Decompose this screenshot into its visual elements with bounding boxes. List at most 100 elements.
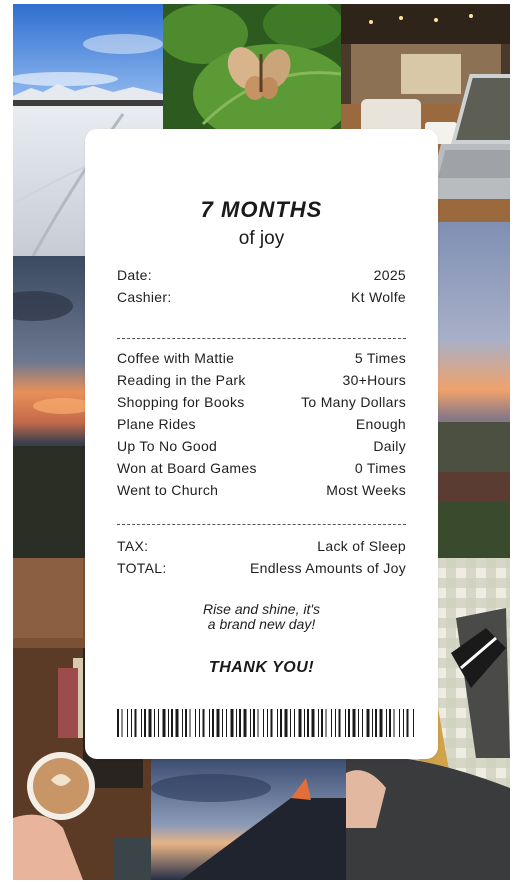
line-item: Plane Rides Enough — [117, 416, 406, 436]
barcode-bar — [250, 709, 251, 737]
barcode-bar — [290, 709, 291, 737]
barcode-bar — [338, 709, 341, 737]
footer-message-line2: a brand new day! — [207, 616, 316, 632]
barcode-bar — [375, 709, 377, 737]
barcode-bar — [348, 709, 350, 737]
item-value: Most Weeks — [326, 482, 406, 498]
barcode-bar — [182, 709, 183, 737]
item-label: Coffee with Mattie — [117, 350, 235, 366]
barcode-bar — [298, 709, 302, 737]
barcode-bar — [121, 709, 123, 737]
line-item: Went to Church Most Weeks — [117, 482, 406, 502]
barcode-bar — [294, 709, 295, 737]
barcode-bar — [389, 709, 391, 737]
barcode-bar — [413, 709, 414, 737]
barcode-bar — [277, 709, 278, 737]
barcode-bar — [352, 709, 356, 737]
line-item: Coffee with Mattie 5 Times — [117, 350, 406, 370]
barcode-bar — [304, 709, 305, 737]
item-value: 0 Times — [354, 460, 406, 476]
barcode-bar — [154, 709, 155, 737]
total-label: TOTAL: — [117, 560, 167, 576]
barcode-bar — [189, 709, 191, 737]
city-sunset-photo — [438, 222, 510, 558]
item-value: To Many Dollars — [301, 394, 406, 410]
barcode-bar — [127, 709, 128, 737]
barcode-bar — [321, 709, 323, 737]
barcode-bar — [372, 709, 373, 737]
line-item: Won at Board Games 0 Times — [117, 460, 406, 480]
airplane-wing-photo — [151, 758, 346, 880]
barcode-graphic — [117, 709, 414, 737]
tax-value: Lack of Sleep — [317, 538, 406, 554]
item-label: Up To No Good — [117, 438, 218, 454]
barcode-bar — [345, 709, 346, 737]
barcode-bar — [257, 709, 259, 737]
footer-message-line1: Rise and shine, it's — [202, 601, 321, 617]
barcode-bar — [362, 709, 363, 737]
barcode-bar — [209, 709, 210, 737]
item-value: 5 Times — [354, 350, 406, 366]
cashier-row: Cashier: Kt Wolfe — [117, 289, 406, 309]
thank-you-text: THANK YOU! — [208, 659, 315, 676]
item-value: Daily — [373, 438, 406, 454]
barcode-bar — [325, 709, 327, 737]
barcode-bar — [270, 709, 273, 737]
barcode-bar — [403, 709, 404, 737]
barcode-bar — [175, 709, 179, 737]
barcode-bar — [318, 709, 319, 737]
barcode-bar — [148, 709, 152, 737]
barcode-bar — [195, 709, 196, 737]
line-item: Shopping for Books To Many Dollars — [117, 394, 406, 414]
barcode-bar — [267, 709, 268, 737]
barcode-bar — [239, 709, 241, 737]
barcode-bar — [366, 709, 370, 737]
barcode-bar — [131, 709, 132, 737]
receipt-title: 7 MONTHS — [200, 197, 323, 222]
barcode-bar — [335, 709, 336, 737]
sunset-clouds-photo — [13, 256, 85, 558]
barcode-bar — [202, 709, 205, 737]
tax-row: TAX: Lack of Sleep — [117, 538, 406, 558]
barcode-bar — [199, 709, 200, 737]
butterfly-photo — [163, 4, 341, 138]
item-label: Shopping for Books — [117, 394, 245, 410]
barcode-bar — [168, 709, 169, 737]
item-value: Enough — [355, 416, 406, 432]
line-item: Up To No Good Daily — [117, 438, 406, 458]
barcode-bar — [162, 709, 166, 737]
barcode-bar — [280, 709, 282, 737]
line-item: Reading in the Park 30+Hours — [117, 372, 406, 392]
barcode-bar — [212, 709, 214, 737]
barcode-bar — [393, 709, 395, 737]
barcode-bar — [141, 709, 142, 737]
total-value: Endless Amounts of Joy — [249, 560, 406, 576]
barcode-bar — [185, 709, 187, 737]
barcode-bar — [236, 709, 237, 737]
barcode-bar — [331, 709, 332, 737]
barcode-bar — [226, 709, 227, 737]
cashier-value: Kt Wolfe — [350, 289, 406, 305]
barcode-bar — [379, 709, 383, 737]
barcode-bar — [284, 709, 288, 737]
barcode-bar — [144, 709, 146, 737]
tax-label: TAX: — [117, 538, 149, 554]
item-label: Won at Board Games — [117, 460, 257, 476]
barcode-bar — [263, 709, 264, 737]
date-row: Date: 2025 — [117, 267, 406, 287]
barcode-bar — [117, 709, 119, 737]
barcode-bar — [222, 709, 223, 737]
dashed-divider — [117, 338, 406, 339]
barcode-bar — [134, 709, 137, 737]
date-value: 2025 — [373, 267, 406, 283]
item-label: Went to Church — [117, 482, 219, 498]
item-value: 30+Hours — [342, 372, 406, 388]
barcode-bar — [230, 709, 234, 737]
date-label: Date: — [117, 267, 152, 283]
barcode-bar — [399, 709, 400, 737]
item-label: Plane Rides — [117, 416, 196, 432]
receipt-card: 7 MONTHS of joy Date: 2025 Cashier: Kt W… — [85, 129, 438, 759]
collage-page: 7 MONTHS of joy Date: 2025 Cashier: Kt W… — [0, 0, 518, 882]
item-label: Reading in the Park — [117, 372, 246, 388]
barcode-bar — [311, 709, 315, 737]
